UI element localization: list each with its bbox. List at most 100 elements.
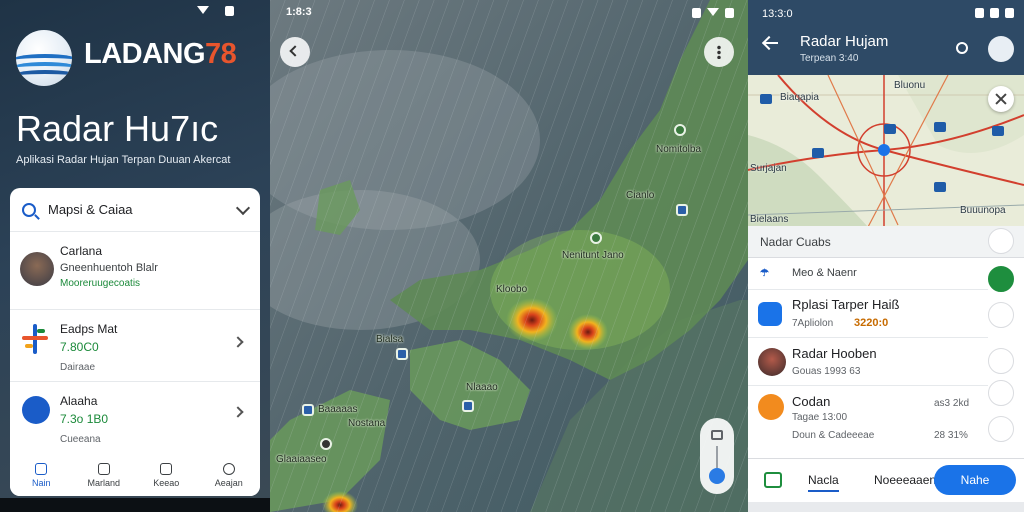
- item-title: Meo & Naenr: [792, 267, 857, 279]
- tab-radar[interactable]: Nacla: [808, 473, 839, 492]
- more-button[interactable]: [704, 37, 734, 67]
- item-title: Carlana: [60, 244, 103, 258]
- list-item[interactable]: Carlana Gneenhuentoh Blalr Mooreruugecoa…: [10, 232, 260, 310]
- map-pin[interactable]: [884, 124, 896, 134]
- item-value: 7.3o 1B0: [60, 412, 109, 426]
- search-icon[interactable]: [956, 42, 968, 54]
- list-item[interactable]: Radar Hooben Gouas 1993 63: [748, 338, 988, 386]
- zoom-control[interactable]: [700, 418, 734, 494]
- page-title: Radar Hujam: [800, 33, 889, 50]
- signal-icon: [692, 8, 701, 18]
- map-pin[interactable]: [320, 438, 332, 450]
- battery-icon: [725, 8, 734, 18]
- item-meta: Dairaae: [60, 362, 96, 373]
- radar-map-screen: 1:8:3 Nomitolba Cianlo Nenitunt Jano Klo…: [270, 0, 748, 512]
- battery-icon: [225, 6, 234, 16]
- pin-button[interactable]: [988, 228, 1014, 254]
- nav-label: Marland: [87, 478, 120, 488]
- pinwheel-icon: [22, 324, 48, 354]
- map-pin[interactable]: [674, 124, 686, 136]
- sheet-header: Nadar Cuabs: [748, 226, 1024, 258]
- map-pin[interactable]: [462, 400, 474, 412]
- wifi-icon: [707, 8, 719, 16]
- avatar: [758, 348, 786, 376]
- system-nav-bar: [0, 498, 270, 512]
- status-time: 13:3:0: [762, 8, 793, 20]
- search-bar[interactable]: Mapsi & Caiaa: [10, 188, 260, 232]
- chevron-right-icon: [232, 336, 244, 348]
- nav-home[interactable]: Nain: [10, 456, 73, 496]
- list-item[interactable]: Codan Tagae 13:00 Doun & Cadeeeae as3 2k…: [748, 386, 988, 448]
- map-label: Bielaans: [750, 214, 789, 225]
- camera-button[interactable]: [988, 380, 1014, 406]
- map-pin[interactable]: [934, 182, 946, 192]
- map-pin[interactable]: [934, 122, 946, 132]
- map-pin[interactable]: [992, 126, 1004, 136]
- bottom-nav: Nain Marland Keeao Aeajan: [10, 456, 260, 496]
- chevron-down-icon[interactable]: [235, 200, 251, 215]
- record-button[interactable]: [988, 416, 1014, 442]
- close-button[interactable]: [988, 86, 1014, 112]
- tab-notifications[interactable]: Noeeeaaen: [874, 473, 936, 487]
- avatar: [20, 252, 54, 286]
- search-icon: [22, 202, 36, 217]
- status-time: 1:8:3: [286, 6, 312, 18]
- radar-map[interactable]: [270, 0, 748, 512]
- compass-icon: [22, 396, 50, 424]
- battery-icon: [1005, 8, 1014, 18]
- map-pin[interactable]: [590, 232, 602, 244]
- back-button[interactable]: [280, 37, 310, 67]
- nav-label: Nain: [31, 478, 51, 488]
- map-label: Kloobo: [496, 284, 528, 295]
- item-title: Eadps Mat: [60, 322, 118, 336]
- map-pin[interactable]: [812, 148, 824, 158]
- nav-account[interactable]: Aeajan: [198, 456, 261, 496]
- map-label: Bialsa: [376, 334, 404, 345]
- item-subtitle: Gouas 1993 63: [792, 366, 861, 377]
- more-vert-icon: [717, 45, 721, 59]
- primary-action-button[interactable]: Nahe: [934, 465, 1016, 495]
- map-icon[interactable]: [764, 472, 782, 488]
- shield-icon: [160, 463, 173, 475]
- avatar[interactable]: [988, 36, 1014, 62]
- list-item[interactable]: Alaaha 7.3o 1B0 Cueeana: [10, 382, 260, 456]
- list-item[interactable]: ☂ Meo & Naenr: [748, 258, 988, 290]
- app-home-screen: LADANG78 Radar Hu7ıc Aplikasi Radar Huja…: [0, 0, 270, 512]
- chevron-right-icon: [232, 406, 244, 418]
- zoom-knob[interactable]: [709, 468, 725, 484]
- location-button[interactable]: [988, 302, 1014, 328]
- radar-detail-screen: 13:3:0 Radar Hujam Terpean 3:40 Biaqapia…: [748, 0, 1024, 512]
- navigate-button[interactable]: [988, 266, 1014, 292]
- item-tag: as3 2kd: [934, 398, 970, 409]
- map-pin[interactable]: [302, 404, 314, 416]
- item-subtitle: Gneenhuentoh Blalr: [60, 262, 158, 274]
- brand-name: LADANG78: [84, 38, 237, 70]
- map-label: Nomitolba: [656, 144, 702, 155]
- page-subtitle: Terpean 3:40: [800, 53, 859, 64]
- zoom-track: [716, 446, 718, 468]
- map-pin[interactable]: [396, 348, 408, 360]
- nav-map[interactable]: Marland: [73, 456, 136, 496]
- status-bar: [0, 4, 270, 20]
- item-title: Codan: [792, 394, 831, 409]
- sheet-title: Nadar Cuabs: [760, 235, 831, 249]
- page-title: Radar Hu7ıc: [16, 108, 219, 149]
- list-item[interactable]: Rplasi Tarper Haiß 7Apliolon 3220:0: [748, 290, 988, 338]
- list-item[interactable]: Eadps Mat 7.80C0 Dairaae: [10, 310, 260, 382]
- item-title: Alaaha: [60, 394, 98, 408]
- map-pin[interactable]: [760, 94, 772, 104]
- search-label: Mapsi & Caiaa: [48, 202, 133, 217]
- person-icon: [222, 463, 235, 475]
- bottom-nav: Nacla Noeeeaaen Nahe: [748, 458, 1024, 502]
- edit-button[interactable]: [988, 348, 1014, 374]
- alarm-icon: [990, 8, 999, 18]
- map-icon: [97, 463, 110, 475]
- nav-alerts[interactable]: Keeao: [135, 456, 198, 496]
- status-icons: [692, 8, 734, 18]
- back-arrow-icon[interactable]: [764, 42, 778, 44]
- layers-icon: [711, 430, 723, 440]
- signal-icon: [975, 8, 984, 18]
- map-pin[interactable]: [676, 204, 688, 216]
- item-title: Radar Hooben: [792, 346, 877, 361]
- map-label: Glaaiaaseo: [276, 454, 327, 465]
